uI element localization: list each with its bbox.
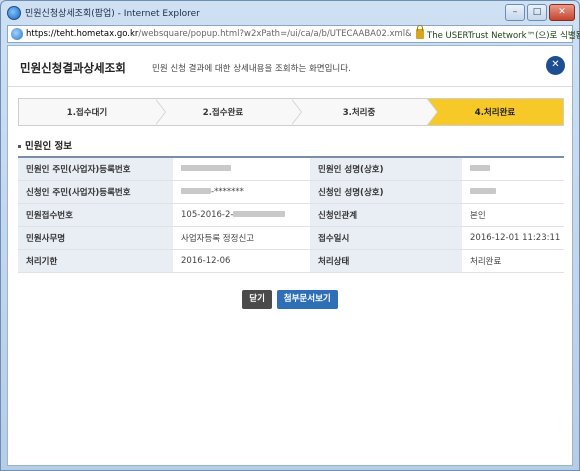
masked-value [470,188,496,194]
table-value [462,180,564,204]
popup-content: 민원신청결과상세조회 민원 신청 결과에 대한 상세내용을 조회하는 화면입니다… [7,45,573,466]
masked-value [470,165,490,172]
url-path: /websquare/popup.html?w2xPath=/ui/ca/a/b… [138,29,411,39]
ie-page-icon [11,28,23,40]
masked-value [233,211,286,217]
title-bar[interactable]: 민원신청상세조회(팝업) - Internet Explorer – □ ✕ [1,1,579,25]
table-value: 본인 [462,203,564,227]
masked-value [181,165,231,172]
step-processing: 3.처리중 [291,99,438,125]
url-host: https://teht.hometax.go.kr [26,29,139,39]
table-label: 신청인 성명(상호) [310,180,462,204]
table-row: 처리기한 2016-12-06 처리상태 처리완료 [18,249,564,273]
page-title: 민원신청결과상세조회 [20,61,126,75]
table-value: 처리완료 [462,249,564,273]
progress-steps: 1.접수대기 2.접수완료 3.처리중 4.처리완료 [18,98,564,126]
table-label: 접수일시 [310,226,462,250]
address-bar[interactable]: https://teht.hometax.go.kr/websquare/pop… [7,25,580,43]
table-value: 사업자등록 정정신고 [173,226,310,250]
minimize-button[interactable]: – [505,4,525,21]
section-title-text: 민원인 정보 [25,141,73,152]
certificate-label[interactable]: The USERTrust Network™(으)로 식별됨 [427,29,580,41]
step-completed: 4.처리완료 [427,99,563,125]
section-title: 민원인 정보 [18,138,72,152]
view-attachments-button[interactable]: 첨부문서보기 [276,290,338,309]
window-close-button[interactable]: ✕ [549,4,575,21]
step-waiting: 1.접수대기 [19,99,166,125]
receipt-number-prefix: 105-2016-2- [181,209,234,220]
window-title: 민원신청상세조회(팝업) - Internet Explorer [25,9,200,19]
table-row: 신청인 주민(사업자)등록번호 -******* 신청인 성명(상호) [18,180,564,204]
page-description: 민원 신청 결과에 대한 상세내용을 조회하는 화면입니다. [152,64,351,74]
table-value: 105-2016-2- [173,203,310,227]
maximize-button[interactable]: □ [527,4,547,21]
table-label: 처리상태 [310,249,462,273]
table-row: 민원접수번호 105-2016-2- 신청인관계 본인 [18,203,564,227]
popup-header: 민원신청결과상세조회 민원 신청 결과에 대한 상세내용을 조회하는 화면입니다… [8,46,572,87]
lock-icon[interactable] [416,25,424,39]
table-label: 민원인 성명(상호) [310,157,462,181]
address-url[interactable]: https://teht.hometax.go.kr/websquare/pop… [26,29,411,39]
ie-logo-icon [7,6,21,20]
table-label: 처리기한 [18,249,173,273]
popup-close-icon[interactable]: ✕ [546,56,565,75]
table-label: 민원접수번호 [18,203,173,227]
button-bar: 닫기 첨부문서보기 [8,290,572,309]
table-value [462,157,564,181]
bullet-icon [18,145,21,148]
table-value: 2016-12-06 [173,249,310,273]
step-received: 2.접수완료 [155,99,302,125]
close-button[interactable]: 닫기 [242,290,272,309]
table-row: 민원인 주민(사업자)등록번호 민원인 성명(상호) [18,157,564,181]
browser-window: 민원신청상세조회(팝업) - Internet Explorer – □ ✕ h… [0,0,580,471]
table-value [173,157,310,181]
masked-suffix: -******* [211,186,244,197]
table-label: 민원인 주민(사업자)등록번호 [18,157,173,181]
table-label: 민원사무명 [18,226,173,250]
table-label: 신청인관계 [310,203,462,227]
masked-value [181,188,211,194]
table-value: -******* [173,180,310,204]
table-value: 2016-12-01 11:23:11 [462,226,564,250]
table-row: 민원사무명 사업자등록 정정신고 접수일시 2016-12-01 11:23:1… [18,226,564,250]
table-label: 신청인 주민(사업자)등록번호 [18,180,173,204]
applicant-info-table: 민원인 주민(사업자)등록번호 민원인 성명(상호) 신청인 주민(사업자)등록… [18,156,564,273]
